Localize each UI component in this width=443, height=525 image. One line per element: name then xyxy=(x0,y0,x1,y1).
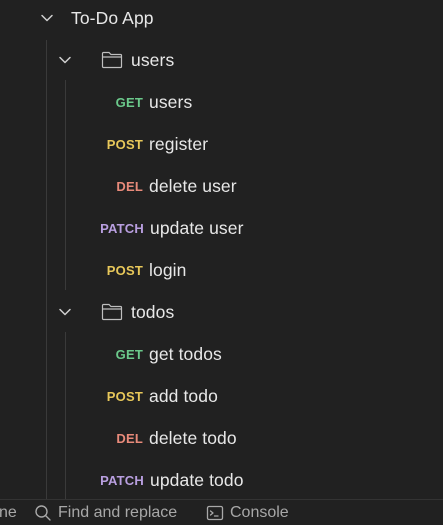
find-replace-label: Find and replace xyxy=(58,504,178,521)
request-name: login xyxy=(149,259,187,280)
folder-icon xyxy=(101,51,123,69)
method-badge-del: DEL xyxy=(116,178,143,194)
collection-name: To-Do App xyxy=(71,7,154,28)
folder-icon xyxy=(101,303,123,321)
request-row[interactable]: POST register xyxy=(0,123,443,165)
request-row[interactable]: DEL delete user xyxy=(0,165,443,207)
folder-name: users xyxy=(131,49,175,70)
method-badge-get: GET xyxy=(115,94,143,110)
find-replace-button[interactable]: Find and replace xyxy=(34,500,177,525)
method-badge-patch: PATCH xyxy=(100,472,144,488)
chevron-down-icon[interactable] xyxy=(57,52,73,68)
console-button[interactable]: Console xyxy=(206,500,289,525)
request-row[interactable]: POST add todo xyxy=(0,375,443,417)
request-name: update todo xyxy=(150,469,244,490)
request-name: register xyxy=(149,133,209,154)
method-badge-post: POST xyxy=(106,136,143,152)
request-row[interactable]: PATCH update user xyxy=(0,207,443,249)
status-item-partial[interactable]: ne xyxy=(0,500,17,525)
method-badge-patch: PATCH xyxy=(100,220,144,236)
chevron-down-icon[interactable] xyxy=(57,304,73,320)
method-badge-del: DEL xyxy=(116,430,143,446)
collection-row[interactable]: To-Do App xyxy=(0,0,443,39)
search-icon xyxy=(34,504,52,522)
console-label: Console xyxy=(230,504,289,521)
chevron-down-icon[interactable] xyxy=(39,10,55,26)
request-name: add todo xyxy=(149,385,218,406)
request-name: update user xyxy=(150,217,244,238)
request-row[interactable]: PATCH update todo xyxy=(0,459,443,501)
request-row[interactable]: GET get todos xyxy=(0,333,443,375)
request-row[interactable]: POST login xyxy=(0,249,443,291)
folder-row-users[interactable]: users xyxy=(0,39,443,81)
request-name: delete user xyxy=(149,175,237,196)
request-name: get todos xyxy=(149,343,222,364)
request-row[interactable]: GET users xyxy=(0,81,443,123)
method-badge-post: POST xyxy=(106,388,143,404)
folder-row-todos[interactable]: todos xyxy=(0,291,443,333)
method-badge-post: POST xyxy=(106,262,143,278)
request-row[interactable]: DEL delete todo xyxy=(0,417,443,459)
request-name: users xyxy=(149,91,193,112)
console-icon xyxy=(206,504,224,522)
method-badge-get: GET xyxy=(115,346,143,362)
request-name: delete todo xyxy=(149,427,237,448)
status-bar: ne Find and replace Console xyxy=(0,499,443,525)
collection-tree: To-Do App users GET users POST register … xyxy=(0,0,443,501)
folder-name: todos xyxy=(131,301,175,322)
